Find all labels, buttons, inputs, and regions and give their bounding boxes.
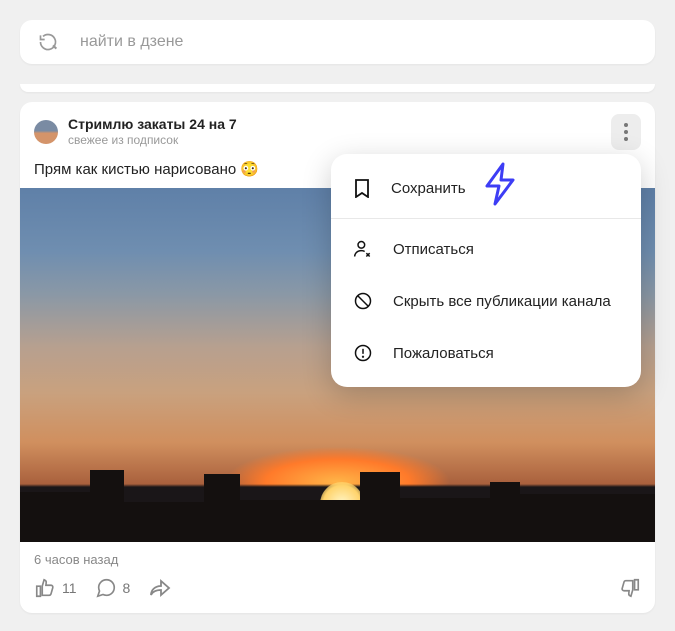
refresh-search-icon: [38, 32, 58, 52]
menu-report-label: Пожаловаться: [393, 345, 494, 362]
menu-unsubscribe[interactable]: Отписаться: [331, 223, 641, 275]
avatar[interactable]: [34, 120, 58, 144]
post-subtitle: свежее из подписок: [68, 133, 611, 147]
menu-report[interactable]: Пожаловаться: [331, 327, 641, 379]
thumbs-up-icon: [34, 577, 56, 599]
comment-icon: [95, 577, 117, 599]
like-button[interactable]: 11: [34, 577, 77, 599]
kebab-icon: [624, 123, 628, 141]
share-button[interactable]: [148, 577, 172, 599]
dislike-button[interactable]: [619, 577, 641, 599]
timestamp: 6 часов назад: [34, 552, 641, 567]
more-options-button[interactable]: [611, 114, 641, 150]
search-container[interactable]: [20, 20, 655, 64]
like-count: 11: [62, 580, 77, 596]
post-footer: 6 часов назад 11 8: [20, 542, 655, 613]
comment-button[interactable]: 8: [95, 577, 131, 599]
menu-unsubscribe-label: Отписаться: [393, 241, 474, 258]
share-icon: [148, 577, 172, 599]
search-bar: [0, 0, 675, 84]
menu-hide-all[interactable]: Скрыть все публикации канала: [331, 275, 641, 327]
comment-count: 8: [123, 580, 131, 596]
thumbs-down-icon: [619, 577, 641, 599]
post-header: Стримлю закаты 24 на 7 свежее из подписо…: [20, 102, 655, 158]
person-remove-icon: [353, 239, 373, 259]
post-card: Стримлю закаты 24 на 7 свежее из подписо…: [20, 102, 655, 613]
actions-row: 11 8: [34, 577, 641, 599]
menu-separator: [331, 218, 641, 219]
author-name: Стримлю закаты 24 на 7: [68, 116, 611, 133]
bookmark-icon: [353, 178, 371, 198]
author-block[interactable]: Стримлю закаты 24 на 7 свежее из подписо…: [68, 116, 611, 147]
menu-save-label: Сохранить: [391, 180, 466, 197]
lightning-icon: [481, 162, 519, 206]
search-input[interactable]: [80, 33, 637, 51]
previous-card-edge: [20, 84, 655, 92]
block-icon: [353, 291, 373, 311]
alert-icon: [353, 343, 373, 363]
menu-hide-all-label: Скрыть все публикации канала: [393, 293, 611, 310]
